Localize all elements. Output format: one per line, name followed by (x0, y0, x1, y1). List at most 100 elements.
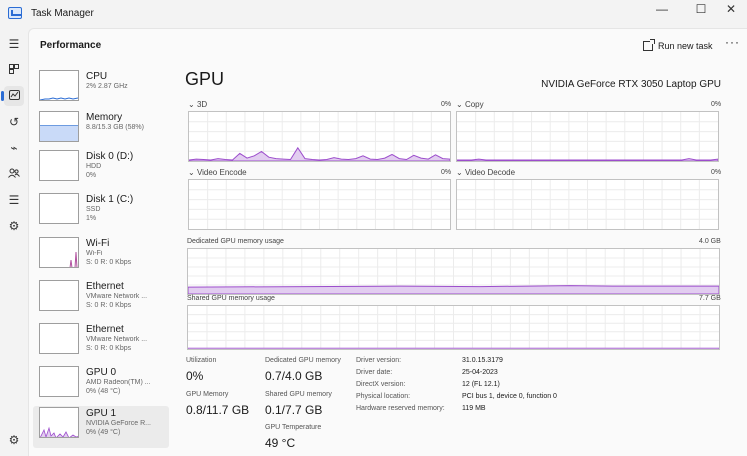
engine-video-encode-dropdown[interactable]: ⌄ Video Encode (188, 168, 247, 177)
gpu-memory-label: GPU Memory (186, 391, 229, 398)
hardware-reserved-memory-value: 119 MB (462, 405, 486, 412)
ethernet-1-thumbnail-graph (39, 280, 79, 311)
gpu-1-thumbnail-graph (39, 407, 79, 438)
engine-label: Video Encode (196, 168, 247, 177)
device-name: CPU (86, 71, 108, 82)
device-detail: Wi-Fi (86, 250, 103, 257)
run-new-task-button[interactable]: Run new task (643, 37, 713, 55)
device-usage: S: 0 R: 0 Kbps (86, 345, 132, 352)
memory-thumbnail-graph (39, 111, 79, 142)
device-detail: HDD (86, 163, 102, 170)
device-usage: 1% (86, 215, 97, 222)
gpu-temperature-value: 49 °C (265, 436, 296, 450)
utilization-value: 0% (186, 369, 204, 383)
device-detail: VMware Network ... (86, 293, 148, 300)
disk-0-thumbnail-graph (39, 150, 79, 181)
services-icon[interactable]: ⚙ (4, 216, 24, 236)
engine-3d-dropdown[interactable]: ⌄ 3D (188, 100, 207, 109)
hardware-reserved-memory-label: Hardware reserved memory: (356, 405, 445, 412)
dedicated-memory-label: Dedicated GPU memory usage (187, 238, 284, 245)
window-title: Task Manager (31, 8, 94, 19)
driver-date-value: 25-04-2023 (462, 369, 498, 376)
engine-video-decode-dropdown[interactable]: ⌄ Video Decode (456, 168, 515, 177)
shared-memory-stat-label: Shared GPU memory (265, 391, 332, 398)
processes-icon[interactable] (4, 60, 24, 80)
shared-memory-label: Shared GPU memory usage (187, 295, 275, 302)
dedicated-memory-graph (187, 248, 720, 295)
details-icon[interactable]: ☰ (4, 190, 24, 210)
engine-copy-graph (456, 111, 719, 162)
device-name: GPU 0 (86, 367, 117, 378)
engine-video-encode-graph (188, 179, 451, 230)
dedicated-memory-stat-value: 0.7/4.0 GB (265, 369, 323, 383)
settings-icon[interactable]: ⚙ (4, 430, 24, 450)
dedicated-memory-max: 4.0 GB (699, 238, 721, 245)
chevron-down-icon: ⌄ (188, 168, 195, 177)
device-item-disk-1[interactable]: Disk 1 (C:) SSD 1% (33, 192, 169, 234)
engine-pct: 0% (441, 169, 452, 176)
run-task-icon (643, 39, 655, 51)
device-usage: 0% (86, 172, 97, 179)
shared-memory-max: 7.7 GB (699, 295, 721, 302)
users-icon[interactable] (4, 164, 24, 184)
device-name: Disk 1 (C:) (86, 194, 134, 205)
device-name: GPU 1 (86, 408, 117, 419)
nav-rail: ☰ ↺ ⌁ ☰ ⚙ ⚙ (0, 28, 28, 456)
device-item-gpu-1[interactable]: GPU 1 NVIDIA GeForce R... 0% (49 °C) (33, 406, 169, 448)
device-item-memory[interactable]: Memory 8.8/15.3 GB (58%) (33, 110, 169, 152)
directx-version-label: DirectX version: (356, 381, 406, 388)
device-usage: 0% (48 °C) (86, 388, 121, 395)
startup-icon[interactable]: ⌁ (4, 138, 24, 158)
device-detail: AMD Radeon(TM) ... (86, 379, 151, 386)
device-name: Wi-Fi (86, 238, 110, 249)
history-icon[interactable]: ↺ (4, 112, 24, 132)
device-item-cpu[interactable]: CPU 2% 2.87 GHz (33, 69, 169, 111)
device-detail: NVIDIA GeForce R... (86, 420, 151, 427)
run-new-task-label: Run new task (658, 41, 713, 51)
engine-label: Video Decode (464, 168, 516, 177)
engine-label: 3D (196, 100, 208, 109)
device-name: Memory (86, 112, 123, 123)
more-options-button[interactable]: ··· (725, 35, 740, 49)
dedicated-memory-stat-label: Dedicated GPU memory (265, 357, 341, 364)
hamburger-icon[interactable]: ☰ (4, 34, 24, 54)
disk-1-thumbnail-graph (39, 193, 79, 224)
engine-pct: 0% (711, 169, 722, 176)
engine-label: Copy (464, 100, 484, 109)
device-item-ethernet-2[interactable]: Ethernet VMware Network ... S: 0 R: 0 Kb… (33, 322, 169, 364)
device-usage: S: 0 R: 0 Kbps (86, 259, 132, 266)
chevron-down-icon: ⌄ (188, 100, 195, 109)
device-usage: S: 0 R: 0 Kbps (86, 302, 132, 309)
performance-icon-glyph (8, 90, 20, 100)
dedicated-memory-fill (188, 285, 719, 294)
minimize-button[interactable]: — (645, 0, 679, 18)
title-bar: Task Manager — ☐ ✕ (0, 0, 747, 28)
device-usage: 0% (49 °C) (86, 429, 121, 436)
task-manager-app-icon (8, 7, 22, 19)
device-detail: 8.8/15.3 GB (58%) (86, 124, 144, 131)
device-detail: 2% 2.87 GHz (86, 83, 128, 90)
device-item-ethernet-1[interactable]: Ethernet VMware Network ... S: 0 R: 0 Kb… (33, 279, 169, 321)
maximize-button[interactable]: ☐ (684, 0, 718, 18)
page-title: Performance (40, 40, 102, 51)
device-item-gpu-0[interactable]: GPU 0 AMD Radeon(TM) ... 0% (48 °C) (33, 365, 169, 407)
chevron-down-icon: ⌄ (456, 100, 463, 109)
performance-icon[interactable] (1, 86, 24, 106)
shared-memory-graph (187, 305, 720, 350)
device-item-wifi[interactable]: Wi-Fi Wi-Fi S: 0 R: 0 Kbps (33, 236, 169, 278)
device-item-disk-0[interactable]: Disk 0 (D:) HDD 0% (33, 149, 169, 191)
device-name: Ethernet (86, 324, 124, 335)
gpu-memory-value: 0.8/11.7 GB (186, 403, 250, 417)
engine-pct: 0% (441, 101, 452, 108)
device-detail: SSD (86, 206, 101, 213)
gpu-title: GPU (185, 69, 225, 89)
engine-copy-dropdown[interactable]: ⌄ Copy (456, 100, 484, 109)
cpu-thumbnail-graph (39, 70, 79, 101)
driver-version-value: 31.0.15.3179 (462, 357, 503, 364)
gpu-model-name: NVIDIA GeForce RTX 3050 Laptop GPU (541, 79, 721, 90)
device-detail: VMware Network ... (86, 336, 148, 343)
close-button[interactable]: ✕ (714, 0, 747, 18)
users-icon-glyph (8, 168, 20, 178)
utilization-label: Utilization (186, 357, 217, 364)
physical-location-label: Physical location: (356, 393, 411, 400)
